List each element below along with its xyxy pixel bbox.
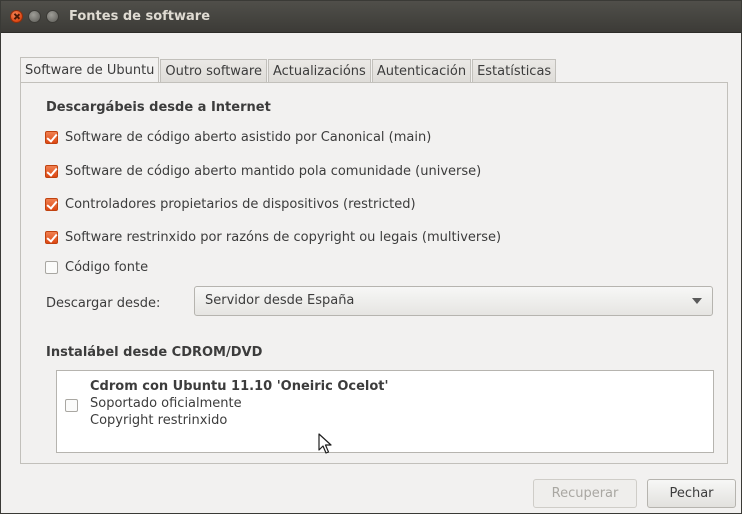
- cdrom-section-heading: Instalábel desde CDROM/DVD: [46, 345, 263, 360]
- option-multiverse-row[interactable]: Software restrinxido por razóns de copyr…: [45, 227, 501, 247]
- cdrom-list: Cdrom con Ubuntu 11.10 'Oneiric Ocelot' …: [56, 370, 714, 453]
- maximize-window-icon[interactable]: [46, 10, 59, 23]
- revert-button[interactable]: Recuperar: [533, 479, 637, 508]
- option-source-code-row[interactable]: Código fonte: [45, 257, 148, 277]
- title-bar[interactable]: Fontes de software: [1, 1, 741, 33]
- option-source-code-checkbox[interactable]: [45, 260, 58, 274]
- internet-section-heading: Descargábeis desde a Internet: [46, 100, 271, 115]
- cdrom-entry[interactable]: Cdrom con Ubuntu 11.10 'Oneiric Ocelot' …: [90, 378, 389, 429]
- option-main-row[interactable]: Software de código aberto asistido por C…: [45, 127, 431, 147]
- tab-outro-software[interactable]: Outro software: [160, 59, 267, 83]
- option-universe-label: Software de código aberto mantido pola c…: [65, 163, 482, 179]
- dropdown-arrow-icon: [692, 298, 702, 304]
- tab-autenticacion[interactable]: Autenticación: [371, 59, 472, 83]
- close-window-icon[interactable]: [10, 10, 23, 23]
- option-main-checkbox[interactable]: [45, 130, 58, 144]
- cdrom-entry-support: Soportado oficialmente: [90, 396, 242, 411]
- close-button[interactable]: Pechar: [647, 479, 736, 508]
- option-main-label: Software de código aberto asistido por C…: [65, 129, 432, 145]
- download-from-label: Descargar desde:: [46, 296, 161, 311]
- option-universe-checkbox[interactable]: [45, 164, 58, 178]
- download-server-value: Servidor desde España: [205, 293, 355, 308]
- window-title: Fontes de software: [69, 9, 211, 24]
- option-restricted-label: Controladores propietarios de dispositiv…: [65, 196, 416, 212]
- option-multiverse-checkbox[interactable]: [45, 230, 58, 244]
- tab-actualizacions[interactable]: Actualizacións: [267, 59, 371, 83]
- minimize-window-icon[interactable]: [28, 10, 41, 23]
- cdrom-entry-copyright: Copyright restrinxido: [90, 413, 228, 428]
- cdrom-entry-checkbox[interactable]: [65, 399, 78, 412]
- option-restricted-row[interactable]: Controladores propietarios de dispositiv…: [45, 194, 416, 214]
- option-universe-row[interactable]: Software de código aberto mantido pola c…: [45, 161, 481, 181]
- mouse-pointer-icon: [318, 433, 332, 454]
- option-source-code-label: Código fonte: [65, 259, 149, 275]
- cdrom-entry-title: Cdrom con Ubuntu 11.10 'Oneiric Ocelot': [90, 379, 389, 394]
- option-restricted-checkbox[interactable]: [45, 197, 58, 211]
- option-multiverse-label: Software restrinxido por razóns de copyr…: [65, 229, 502, 245]
- tab-bar: Software de Ubuntu Outro software Actual…: [20, 57, 557, 83]
- tab-estatisticas[interactable]: Estatísticas: [472, 59, 557, 83]
- tab-software-de-ubuntu[interactable]: Software de Ubuntu: [20, 57, 160, 83]
- software-sources-window: Fontes de software Software de Ubuntu Ou…: [0, 0, 742, 514]
- download-server-select[interactable]: Servidor desde España: [194, 286, 713, 316]
